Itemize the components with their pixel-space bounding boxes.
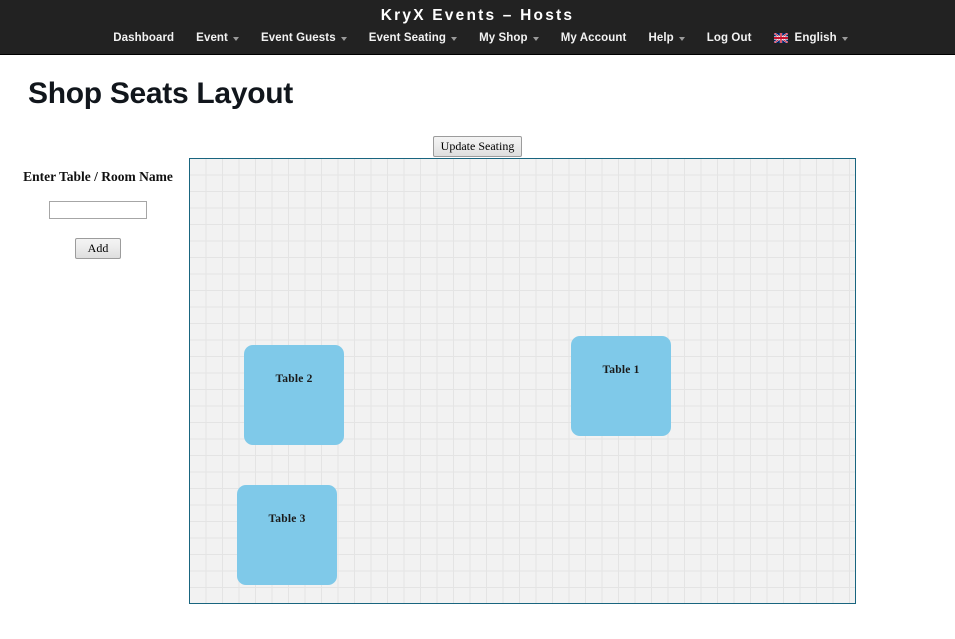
nav-item-label: Log Out — [706, 32, 752, 44]
nav-item-language-english[interactable]: English — [763, 30, 859, 46]
page-title: Shop Seats Layout — [28, 77, 293, 110]
add-table-button[interactable]: Add — [74, 238, 122, 259]
seating-table-label: Table 3 — [268, 513, 306, 525]
seating-layout-canvas[interactable]: Table 1 Table 2 Table 3 — [189, 158, 856, 604]
table-room-name-label: Enter Table / Room Name — [23, 169, 173, 184]
chevron-down-icon — [532, 37, 539, 41]
nav-item-label: My Shop — [479, 32, 528, 44]
nav-item-label: Help — [648, 32, 674, 44]
brand-title: KryX Events – Hosts — [380, 7, 575, 24]
seating-table-label: Table 1 — [602, 364, 640, 376]
chevron-down-icon — [340, 37, 347, 41]
table-entry-panel: Enter Table / Room Name Add — [0, 158, 190, 259]
nav-item-event[interactable]: Event — [185, 30, 250, 46]
nav-item-label: Event Seating — [368, 32, 447, 44]
seating-table-box[interactable]: Table 3 — [237, 485, 337, 585]
nav-item-my-account[interactable]: My Account — [550, 30, 638, 46]
nav-item-dashboard[interactable]: Dashboard — [102, 30, 185, 46]
nav-item-label: English — [794, 32, 837, 44]
table-room-name-input[interactable] — [49, 201, 147, 219]
nav-item-label: Dashboard — [113, 32, 175, 44]
nav-item-event-seating[interactable]: Event Seating — [358, 30, 468, 46]
main-nav: Dashboard Event Event Guests Event Seati… — [0, 30, 955, 46]
nav-item-my-shop[interactable]: My Shop — [468, 30, 550, 46]
nav-item-label: My Account — [560, 32, 627, 44]
update-seating-row: Update Seating — [0, 136, 955, 158]
seating-table-box[interactable]: Table 1 — [571, 336, 671, 436]
chevron-down-icon — [233, 37, 239, 41]
add-button-wrap: Add — [6, 238, 190, 259]
update-seating-button[interactable]: Update Seating — [432, 136, 523, 157]
chevron-down-icon — [678, 37, 685, 41]
nav-item-label: Event Guests — [261, 32, 336, 44]
nav-item-log-out[interactable]: Log Out — [696, 30, 763, 46]
top-navigation-bar: KryX Events – Hosts Dashboard Event Even… — [0, 0, 955, 55]
uk-flag-icon — [773, 33, 788, 43]
nav-item-event-guests[interactable]: Event Guests — [250, 30, 358, 46]
nav-item-label: Event — [196, 32, 228, 44]
seating-table-box[interactable]: Table 2 — [244, 345, 344, 445]
chevron-down-icon — [841, 37, 848, 41]
seating-table-label: Table 2 — [275, 373, 313, 385]
chevron-down-icon — [451, 37, 458, 41]
nav-item-help[interactable]: Help — [637, 30, 695, 46]
